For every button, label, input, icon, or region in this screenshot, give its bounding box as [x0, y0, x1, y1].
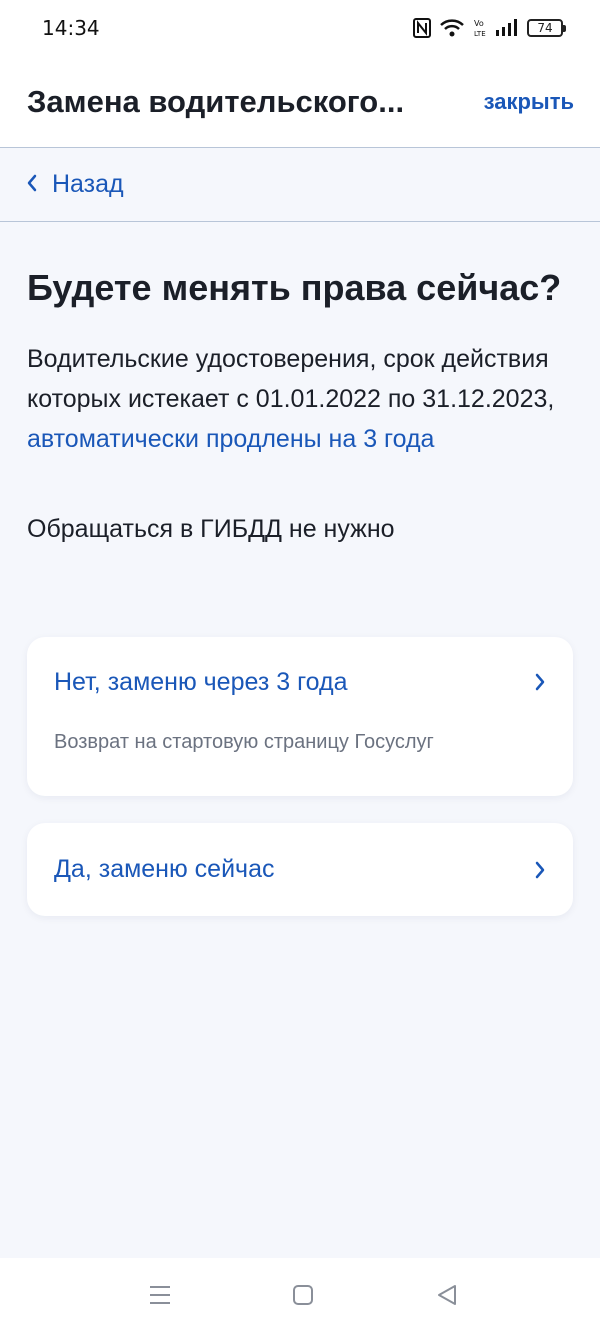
option-card-now[interactable]: Да, заменю сейчас	[27, 823, 573, 916]
extension-link[interactable]: автоматически продлены на 3 года	[27, 425, 434, 453]
app-bar: Замена водительского... закрыть	[0, 56, 600, 148]
back-bar: Назад	[0, 148, 600, 222]
volte-icon: Vo LTE	[473, 18, 487, 38]
wifi-icon	[439, 18, 465, 38]
status-time: 14:34	[42, 16, 100, 40]
info-paragraph: Водительские удостоверения, срок действи…	[27, 339, 573, 459]
menu-icon[interactable]	[149, 1284, 171, 1311]
back-label: Назад	[52, 170, 124, 198]
battery-level: 74	[527, 19, 563, 37]
home-icon[interactable]	[292, 1284, 314, 1311]
status-bar: 14:34 Vo LTE 74	[0, 0, 600, 56]
status-icons: Vo LTE 74	[413, 18, 566, 38]
svg-text:Vo: Vo	[474, 19, 484, 28]
page-title: Замена водительского...	[27, 83, 405, 119]
close-button[interactable]: закрыть	[484, 89, 574, 115]
nfc-icon	[413, 18, 431, 38]
option-subtitle: Возврат на стартовую страницу Госуслуг	[54, 731, 434, 753]
chevron-left-icon	[26, 170, 38, 199]
option-title: Нет, заменю через 3 года	[54, 667, 348, 696]
back-button[interactable]: Назад	[26, 170, 124, 199]
system-nav-bar	[0, 1258, 600, 1332]
gibdd-note: Обращаться в ГИБДД не нужно	[27, 515, 395, 543]
question-heading: Будете менять права сейчас?	[27, 267, 562, 308]
back-icon[interactable]	[436, 1284, 458, 1311]
info-text: Водительские удостоверения, срок действи…	[27, 345, 555, 413]
main-content: Будете менять права сейчас? Водительские…	[27, 222, 573, 544]
chevron-right-icon	[534, 861, 546, 879]
svg-text:LTE: LTE	[474, 30, 486, 38]
option-title: Да, заменю сейчас	[54, 855, 275, 883]
signal-icon	[495, 19, 519, 37]
option-card-later[interactable]: Нет, заменю через 3 года Возврат на стар…	[27, 637, 573, 796]
chevron-right-icon	[534, 673, 546, 691]
battery-icon: 74	[527, 19, 566, 37]
